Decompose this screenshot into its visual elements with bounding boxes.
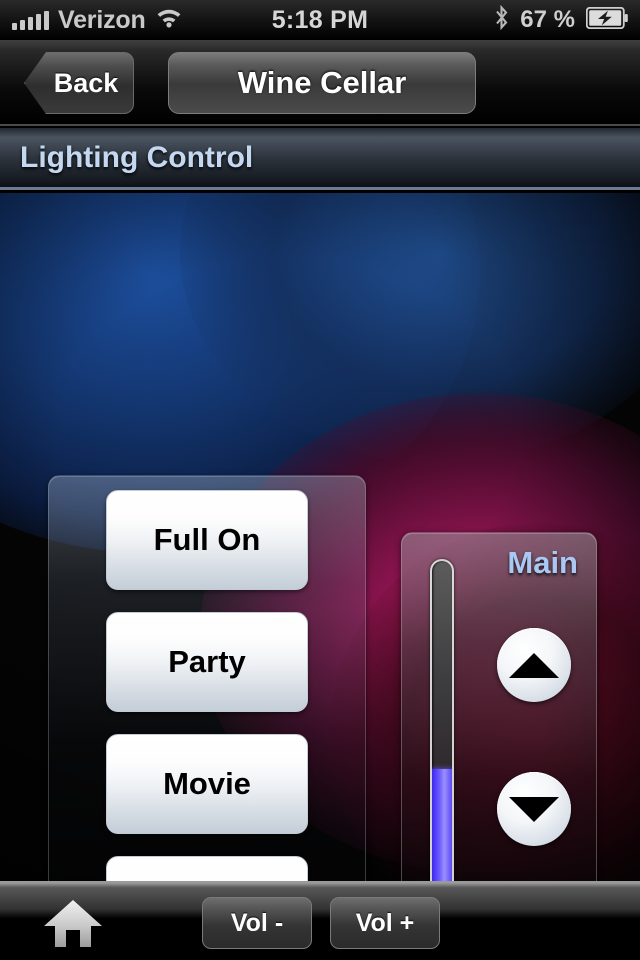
triangle-up-icon bbox=[509, 652, 559, 678]
scene-button-party[interactable]: Party bbox=[106, 612, 308, 712]
lighting-control-stage: Full On Party Movie Off Main bbox=[0, 193, 640, 881]
home-icon[interactable] bbox=[42, 897, 104, 949]
triangle-down-icon bbox=[509, 796, 559, 822]
sub-header-title: Lighting Control bbox=[20, 140, 254, 174]
back-button[interactable]: Back bbox=[24, 52, 134, 114]
scene-buttons-panel: Full On Party Movie Off bbox=[48, 475, 366, 881]
scene-button-off[interactable]: Off bbox=[106, 856, 308, 881]
scene-button-movie[interactable]: Movie bbox=[106, 734, 308, 834]
battery-charging-icon bbox=[585, 6, 628, 34]
sub-header: Lighting Control bbox=[0, 128, 640, 190]
page-title-button[interactable]: Wine Cellar bbox=[168, 52, 476, 114]
bluetooth-icon bbox=[494, 4, 509, 35]
dimmer-level-slider[interactable] bbox=[430, 559, 454, 881]
dimmer-up-button[interactable] bbox=[497, 628, 571, 702]
battery-percent-label: 67 % bbox=[520, 6, 575, 33]
status-bar-right: 67 % bbox=[494, 4, 640, 35]
dimmer-level-fill bbox=[432, 768, 452, 881]
dimmer-down-button[interactable] bbox=[497, 772, 571, 846]
navigation-bar: Back Wine Cellar bbox=[0, 40, 640, 126]
bottom-toolbar: Vol - Vol + bbox=[0, 881, 640, 960]
scene-button-full-on[interactable]: Full On bbox=[106, 490, 308, 590]
volume-down-button[interactable]: Vol - bbox=[202, 897, 312, 949]
dimmer-panel: Main bbox=[401, 532, 597, 881]
dimmer-zone-label: Main bbox=[507, 545, 578, 580]
status-bar: Verizon 5:18 PM 67 % bbox=[0, 0, 640, 40]
volume-up-button[interactable]: Vol + bbox=[330, 897, 440, 949]
